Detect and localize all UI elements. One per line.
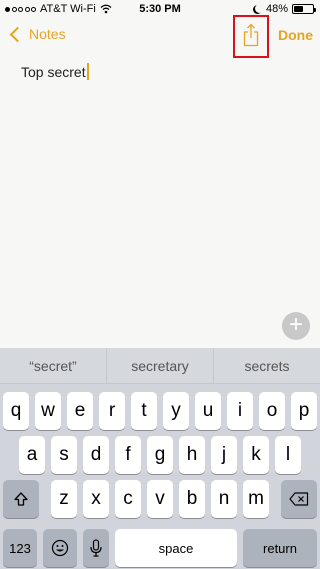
status-bar: AT&T Wi-Fi 5:30 PM 48% <box>0 0 320 20</box>
key-t[interactable]: t <box>131 392 157 430</box>
suggestion-item[interactable]: secrets <box>214 348 320 383</box>
space-key[interactable]: space <box>115 529 237 567</box>
shift-key[interactable] <box>3 480 39 518</box>
dictation-key[interactable] <box>83 529 109 567</box>
key-d[interactable]: d <box>83 436 109 474</box>
return-key[interactable]: return <box>243 529 317 567</box>
key-n[interactable]: n <box>211 480 237 518</box>
emoji-key[interactable] <box>43 529 77 567</box>
done-button[interactable]: Done <box>278 27 313 43</box>
chevron-left-icon <box>9 26 26 42</box>
key-a[interactable]: a <box>19 436 45 474</box>
key-x[interactable]: x <box>83 480 109 518</box>
key-h[interactable]: h <box>179 436 205 474</box>
microphone-icon <box>90 539 102 557</box>
key-v[interactable]: v <box>147 480 173 518</box>
key-w[interactable]: w <box>35 392 61 430</box>
key-s[interactable]: s <box>51 436 77 474</box>
predictive-text-bar: “secret” secretary secrets <box>0 348 320 384</box>
suggestion-item[interactable]: “secret” <box>0 348 107 383</box>
share-icon <box>243 23 259 47</box>
battery-percent: 48% <box>265 3 288 15</box>
key-f[interactable]: f <box>115 436 141 474</box>
shift-icon <box>14 492 28 506</box>
note-text: Top secret <box>21 63 86 80</box>
share-button[interactable] <box>233 15 269 58</box>
navigation-bar: Notes Done <box>0 20 320 52</box>
key-r[interactable]: r <box>99 392 125 430</box>
key-c[interactable]: c <box>115 480 141 518</box>
numbers-key[interactable]: 123 <box>3 529 37 567</box>
note-body[interactable]: Top secret <box>21 63 89 80</box>
status-right: 48% <box>253 3 316 15</box>
suggestion-item[interactable]: secretary <box>107 348 214 383</box>
key-k[interactable]: k <box>243 436 269 474</box>
key-u[interactable]: u <box>195 392 221 430</box>
key-g[interactable]: g <box>147 436 173 474</box>
add-button[interactable]: + <box>282 312 310 340</box>
key-q[interactable]: q <box>3 392 29 430</box>
battery-fill <box>294 6 303 12</box>
back-button[interactable]: Notes <box>8 26 66 42</box>
do-not-disturb-icon <box>255 4 264 13</box>
text-cursor <box>86 63 89 80</box>
keyboard: q w e r t y u i o p a s d f g h j k l z … <box>0 384 320 569</box>
key-z[interactable]: z <box>51 480 77 518</box>
key-i[interactable]: i <box>227 392 253 430</box>
key-m[interactable]: m <box>243 480 269 518</box>
battery-icon <box>292 4 316 14</box>
key-b[interactable]: b <box>179 480 205 518</box>
key-p[interactable]: p <box>291 392 317 430</box>
delete-icon <box>289 492 309 506</box>
delete-key[interactable] <box>281 480 317 518</box>
key-y[interactable]: y <box>163 392 189 430</box>
key-o[interactable]: o <box>259 392 285 430</box>
key-e[interactable]: e <box>67 392 93 430</box>
back-button-label: Notes <box>29 26 66 42</box>
key-j[interactable]: j <box>211 436 237 474</box>
emoji-icon <box>51 539 69 557</box>
key-l[interactable]: l <box>275 436 301 474</box>
